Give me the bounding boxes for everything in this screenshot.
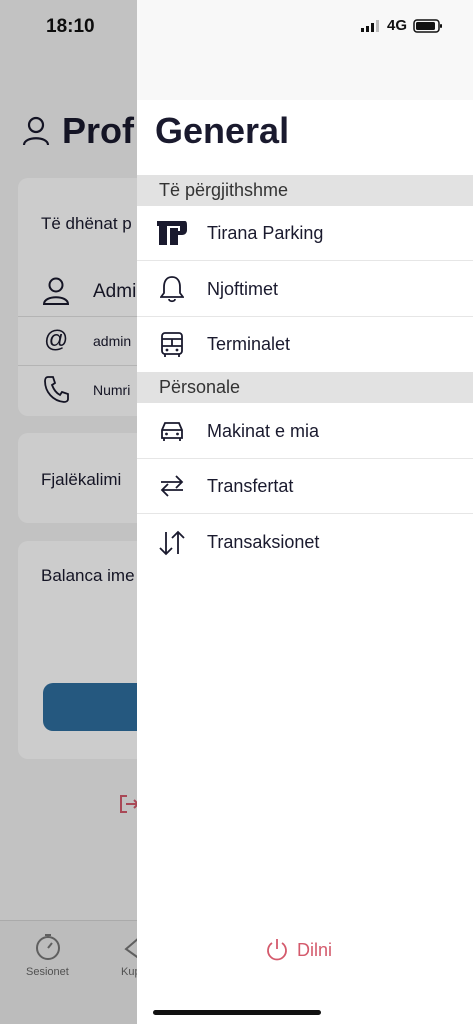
section-general-header: Të përgjithshme (137, 175, 473, 206)
side-drawer: 4G General Të përgjithshme Tirana Parkin… (137, 0, 473, 1024)
drawer-title: General (155, 110, 290, 151)
logout-button[interactable]: Dilni (265, 938, 332, 962)
menu-item-label: Makinat e mia (207, 420, 320, 441)
power-icon (267, 939, 287, 961)
signal-icon (360, 19, 379, 32)
status-indicators: 4G (360, 17, 443, 34)
menu-item-label: Transaksionet (207, 532, 320, 552)
menu-item-terminals[interactable]: Terminalet (137, 317, 473, 372)
menu-item-tirana-parking[interactable]: Tirana Parking (137, 206, 473, 261)
bus-icon (161, 331, 183, 357)
transactions-arrows-icon (159, 530, 185, 555)
drawer-header-area: 4G (137, 0, 473, 100)
menu-item-label: Njoftimet (207, 278, 279, 299)
transfer-arrows-icon (160, 475, 184, 497)
menu-item-transactions[interactable]: Transaksionet (137, 515, 473, 570)
logout-label: Dilni (297, 939, 333, 960)
home-indicator (153, 1010, 321, 1015)
section-personal-header: Përsonale (137, 372, 473, 403)
network-label: 4G (386, 17, 407, 34)
tirana-parking-logo-icon (157, 221, 187, 245)
menu-item-label: Tirana Parking (207, 222, 324, 243)
menu-item-my-cars[interactable]: Makinat e mia (137, 404, 473, 459)
car-icon (161, 422, 183, 441)
menu-item-notifications[interactable]: Njoftimet (137, 262, 473, 317)
menu-item-label: Terminalet (207, 334, 291, 354)
menu-item-transfers[interactable]: Transfertat (137, 459, 473, 514)
bell-icon (160, 276, 184, 303)
menu-item-label: Transfertat (207, 475, 294, 496)
battery-icon (413, 18, 442, 33)
